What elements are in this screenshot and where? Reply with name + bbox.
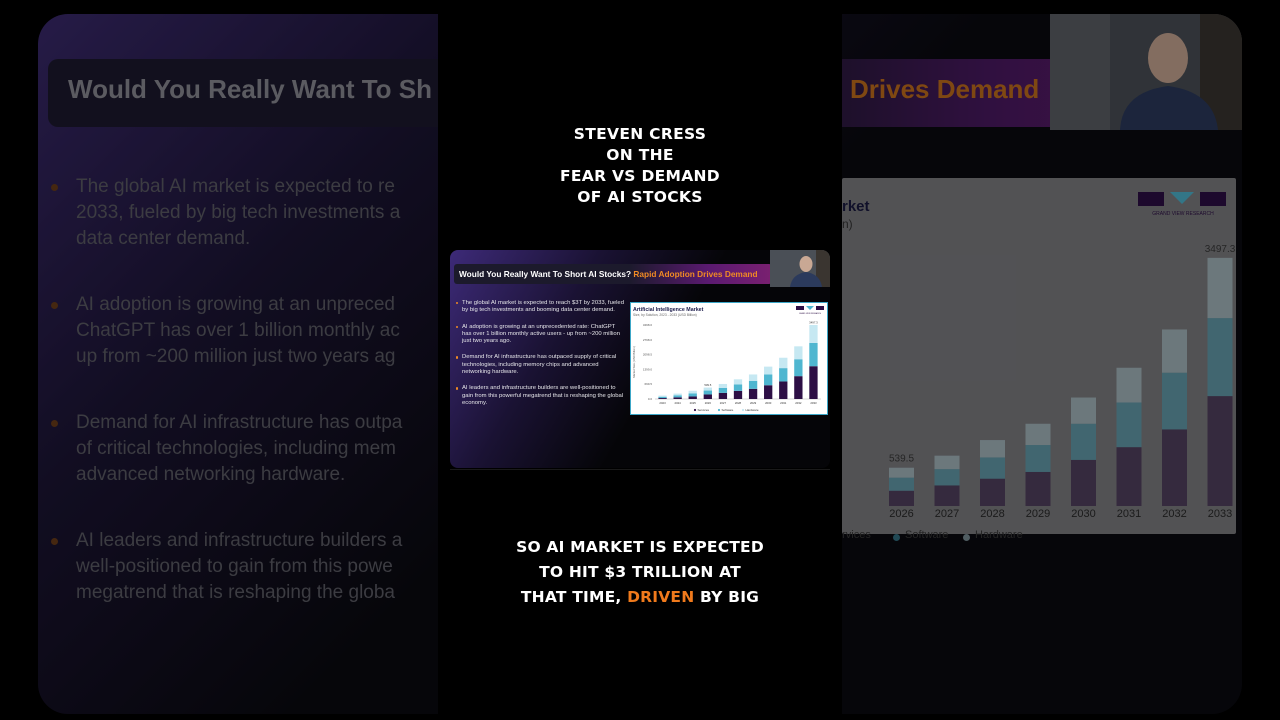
chart-plot-area: Market Size (USD Billion) 0.0 699.5 1399.0 2…	[632, 320, 821, 412]
bar-segment-software	[748, 380, 758, 389]
x-tick-label: 2032	[795, 401, 802, 405]
x-tick-label: 2029	[750, 401, 757, 405]
caption-highlight: DRIVEN	[627, 588, 695, 606]
legend-label: Services	[698, 408, 710, 412]
bar-segment-hardware	[748, 374, 758, 381]
bar-segment-services	[748, 388, 758, 399]
data-label: 539.5	[704, 383, 711, 387]
bar-segment-software	[718, 387, 728, 393]
legend-marker	[717, 408, 721, 412]
y-tick-label: 1399.0	[643, 367, 653, 371]
bar-segment-hardware	[703, 387, 712, 391]
x-tick-label: 2024	[675, 401, 682, 405]
y-tick-label: 3498.0	[643, 323, 653, 327]
chart-logo: GRAND VIEW RESEARCH	[796, 306, 824, 315]
slide-bullet: Demand for AI infrastructure has outpace…	[456, 354, 624, 376]
bar-segment-services	[794, 376, 803, 399]
bar-segment-software	[779, 368, 788, 382]
y-tick-label: 699.5	[644, 382, 652, 386]
bar-segment-software	[733, 384, 743, 391]
slide-bullet: The global AI market is expected to reac…	[456, 300, 624, 315]
bar-segment-software	[658, 396, 667, 399]
slide-divider	[450, 469, 830, 470]
legend-marker	[741, 408, 745, 412]
bar-segment-services	[658, 398, 667, 399]
ai-market-chart: Artificial Intelligence Market Size, by …	[630, 302, 828, 415]
x-tick-label: 2030	[765, 401, 772, 405]
x-tick-label: 2031	[780, 401, 787, 405]
slide-bullet: AI adoption is growing at an unprecedent…	[456, 324, 624, 346]
bar-segment-hardware	[658, 395, 667, 397]
x-tick-label: 2026	[705, 401, 712, 405]
x-tick-label: 2023	[659, 401, 666, 405]
presenter-small-icon	[770, 250, 830, 287]
video-headline: STEVEN CRESS ON THE FEAR VS DEMAND OF AI…	[560, 125, 720, 206]
bar-segment-services	[809, 366, 818, 399]
bar-segment-hardware	[733, 379, 743, 385]
bar-segment-hardware	[764, 366, 773, 375]
bar-segment-services	[779, 381, 788, 399]
chart-logo-text: GRAND VIEW RESEARCH	[799, 312, 822, 315]
data-label: 3497.3	[809, 320, 818, 324]
bar-segment-hardware	[688, 390, 697, 394]
y-axis-label: Market Size (USD Billion)	[632, 346, 636, 378]
bar-segment-software	[764, 374, 773, 386]
x-tick-label: 2028	[735, 401, 742, 405]
y-tick-label: 0.0	[648, 397, 653, 401]
bar-segment-services	[673, 397, 682, 399]
bar-segment-services	[703, 394, 712, 399]
bar-segment-services	[688, 396, 697, 399]
bar-segment-software	[794, 359, 803, 377]
bar-segment-services	[718, 392, 728, 399]
bar-segment-software	[703, 390, 712, 395]
slide-bullet-list: The global AI market is expected to reac…	[456, 300, 624, 416]
legend-label: Software	[722, 408, 734, 412]
bar-segment-software	[673, 395, 682, 398]
y-tick-label: 2098.5	[643, 353, 653, 357]
bar-segment-software	[688, 393, 697, 397]
slide-title: Would You Really Want To Short AI Stocks…	[459, 269, 758, 279]
x-tick-label: 2033	[810, 401, 817, 405]
bar-segment-services	[764, 385, 773, 399]
y-tick-label: 2798.0	[643, 338, 653, 342]
slide-bullet: AI leaders and infrastructure builders a…	[456, 385, 624, 407]
x-tick-label: 2025	[690, 401, 697, 405]
bar-segment-hardware	[779, 357, 788, 369]
short-video-frame: STEVEN CRESS ON THE FEAR VS DEMAND OF AI…	[438, 0, 842, 720]
bar-segment-software	[809, 342, 818, 367]
slide-presenter-thumbnail	[770, 250, 830, 287]
legend-label: Hardware	[746, 408, 759, 412]
bar-segment-hardware	[673, 393, 682, 396]
bar-segment-services	[733, 390, 743, 399]
legend-marker	[693, 408, 697, 412]
video-caption: SO AI MARKET IS EXPECTED TO HIT $3 TRILL…	[516, 538, 764, 606]
bar-segment-hardware	[718, 383, 728, 388]
presentation-slide: Would You Really Want To Short AI Stocks…	[450, 250, 830, 468]
bar-segment-hardware	[809, 324, 818, 343]
x-tick-label: 2027	[720, 401, 727, 405]
bar-segment-hardware	[794, 346, 803, 360]
